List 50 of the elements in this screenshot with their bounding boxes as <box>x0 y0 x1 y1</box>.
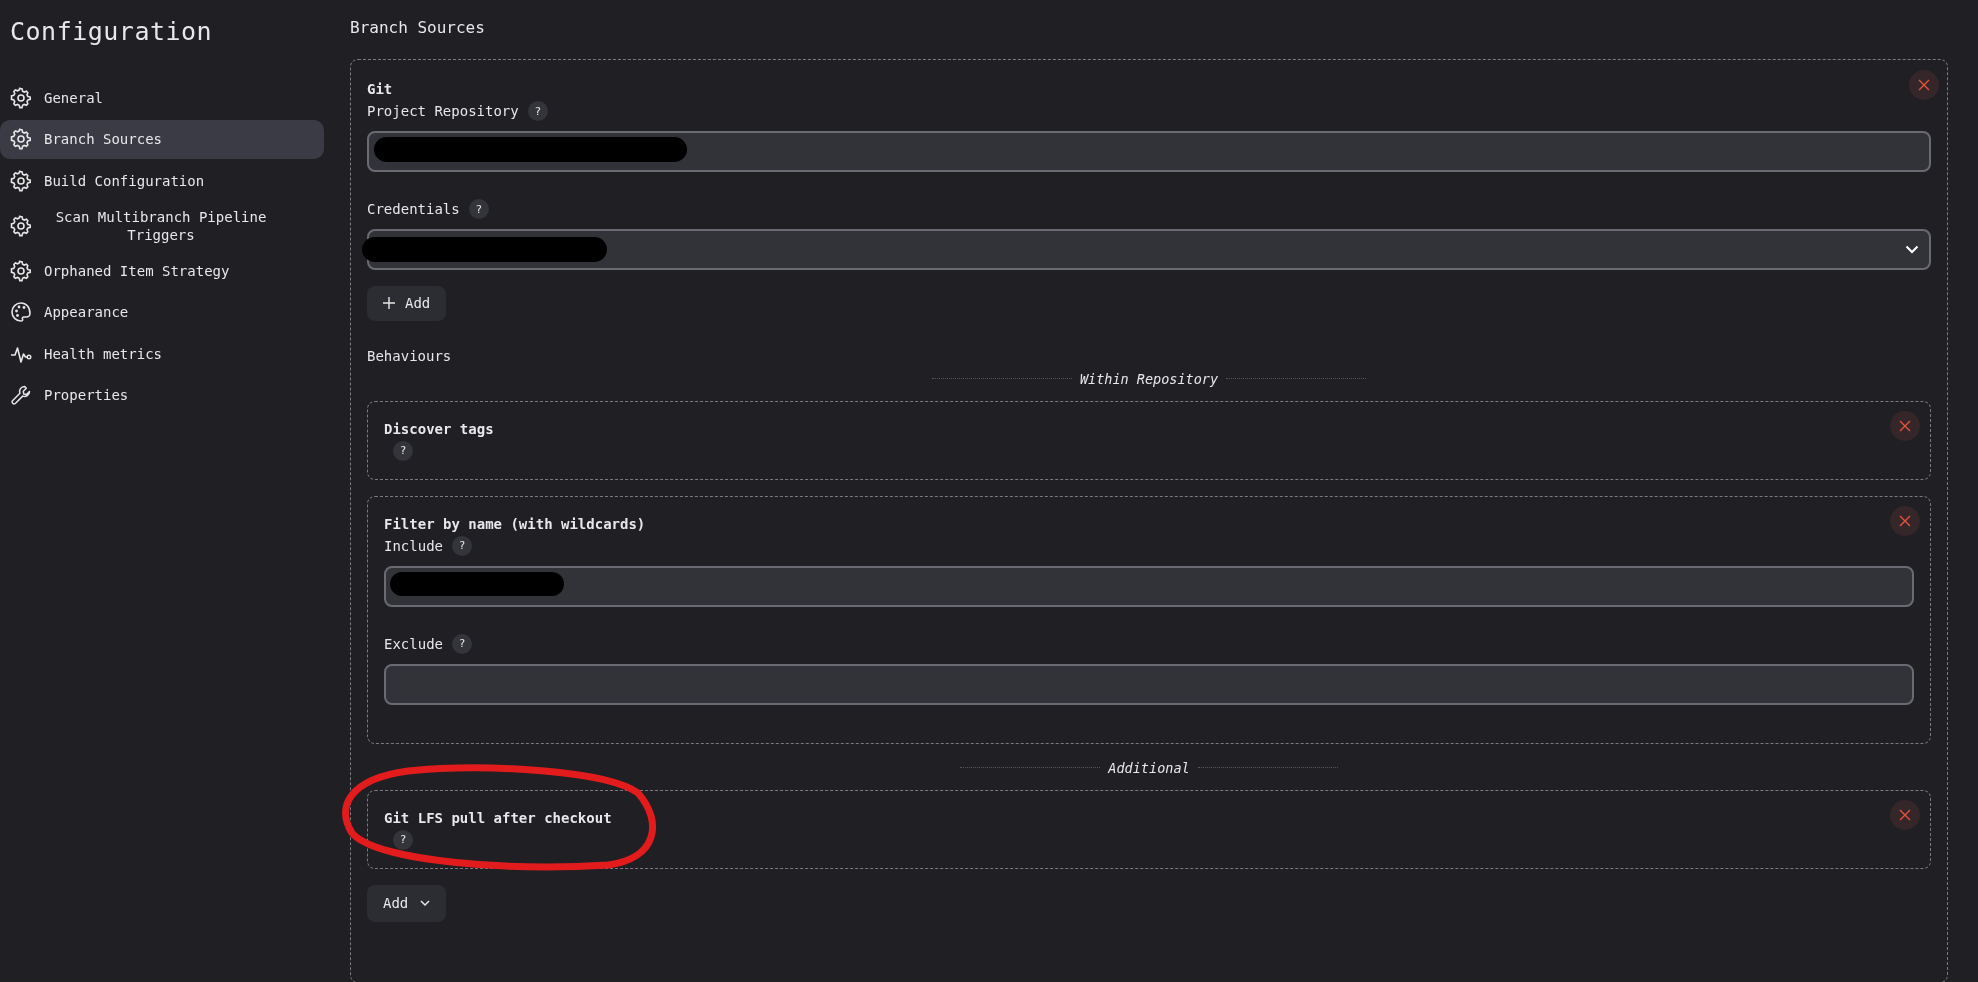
close-button[interactable] <box>1890 505 1920 536</box>
text-field[interactable] <box>384 663 1914 705</box>
field-label: Exclude <box>384 634 443 653</box>
chevron-down-icon <box>1905 245 1919 254</box>
close-icon <box>1918 79 1930 91</box>
gear-icon <box>10 128 32 150</box>
credentials-dropdown[interactable] <box>367 229 1931 270</box>
group-heading: Within Repository <box>1079 370 1219 387</box>
behaviour-title: Git LFS pull after checkout <box>384 808 612 827</box>
behaviour-title: Discover tags <box>384 419 494 438</box>
close-icon <box>1899 419 1911 432</box>
gear-icon <box>10 259 32 282</box>
sidebar-item[interactable]: Health metrics <box>0 334 324 373</box>
help-button[interactable]: ? <box>527 101 548 121</box>
field-label: Credentials <box>367 200 460 218</box>
sidebar-item[interactable]: Appearance <box>0 292 324 332</box>
help-button[interactable]: ? <box>393 440 413 461</box>
add-button[interactable]: Add <box>367 285 447 321</box>
help-button[interactable]: ? <box>393 829 413 850</box>
section-label: Behaviours <box>367 346 453 365</box>
sidebar-item[interactable]: General <box>0 78 324 117</box>
wrench-icon <box>10 384 32 406</box>
sidebar-item[interactable]: Properties <box>0 375 324 415</box>
help-button[interactable]: ? <box>452 535 472 556</box>
help-button[interactable]: ? <box>468 199 489 219</box>
gear-icon <box>10 86 32 109</box>
close-button[interactable] <box>1890 410 1920 441</box>
text-field[interactable] <box>384 565 1914 607</box>
field-label: Include <box>384 536 443 555</box>
sidebar-item[interactable]: Build Configuration <box>0 161 324 200</box>
close-icon <box>1899 514 1911 527</box>
chevron-down-icon <box>420 899 431 907</box>
source-title: Git <box>367 80 393 98</box>
help-button[interactable]: ? <box>452 633 472 654</box>
section-title: Branch Sources <box>350 18 486 37</box>
gear-icon <box>10 169 32 192</box>
close-icon <box>1899 808 1911 821</box>
palette-icon <box>10 301 32 323</box>
field-label: Project Repository <box>367 102 519 120</box>
group-heading: Additional <box>1108 759 1190 776</box>
sidebar-item[interactable]: Branch Sources <box>0 119 324 159</box>
add-dropdown-button[interactable]: Add <box>367 884 447 922</box>
close-button[interactable] <box>1890 799 1920 830</box>
close-button[interactable] <box>1909 70 1939 100</box>
page-title: Configuration <box>10 17 214 46</box>
gear-icon <box>10 214 32 237</box>
sidebar-item[interactable]: Orphaned Item Strategy <box>0 251 324 290</box>
plus-icon <box>383 297 395 309</box>
behaviour-title: Filter by name (with wildcards) <box>384 514 646 533</box>
sidebar-item[interactable]: Scan Multibranch Pipeline Triggers <box>0 202 324 249</box>
